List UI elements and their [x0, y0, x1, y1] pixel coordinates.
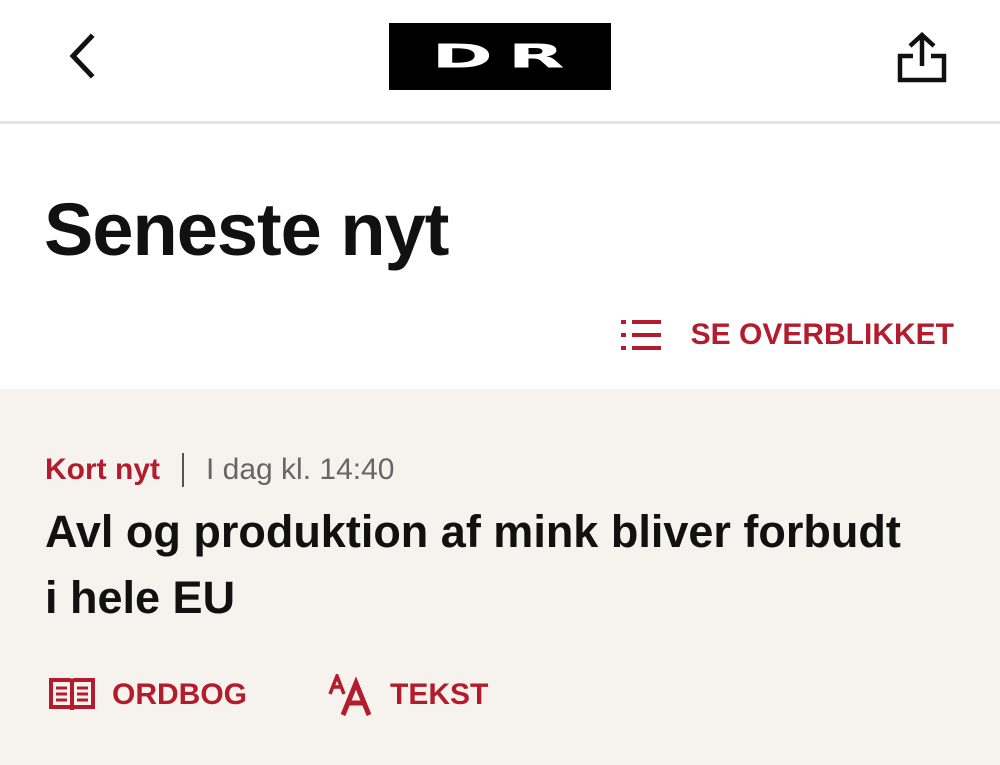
chevron-left-icon	[69, 33, 95, 79]
text-size-icon	[328, 674, 374, 716]
news-card: Kort nyt I dag kl. 14:40 Avl og produkti…	[0, 389, 1000, 765]
overview-label: SE OVERBLIKKET	[690, 318, 954, 351]
list-icon	[620, 320, 661, 350]
share-icon	[897, 32, 947, 83]
top-bar: DR	[0, 0, 1000, 124]
text-size-label: TEKST	[390, 678, 489, 711]
logo-text: DR	[431, 37, 580, 76]
back-button[interactable]	[56, 28, 108, 84]
page-title: Seneste nyt	[44, 188, 449, 271]
book-icon	[48, 676, 96, 714]
meta-divider	[182, 453, 184, 487]
article-meta: Kort nyt I dag kl. 14:40	[45, 453, 394, 487]
dr-logo[interactable]: DR	[389, 23, 611, 90]
timestamp: I dag kl. 14:40	[206, 453, 395, 486]
share-button[interactable]	[890, 26, 954, 90]
dictionary-button[interactable]: ORDBOG	[48, 673, 247, 717]
article-headline[interactable]: Avl og produktion af mink bliver forbudt…	[45, 499, 905, 631]
category-label[interactable]: Kort nyt	[45, 455, 160, 485]
text-size-button[interactable]: TEKST	[328, 673, 488, 717]
dictionary-label: ORDBOG	[112, 678, 247, 711]
overview-link[interactable]: SE OVERBLIKKET	[620, 313, 954, 357]
